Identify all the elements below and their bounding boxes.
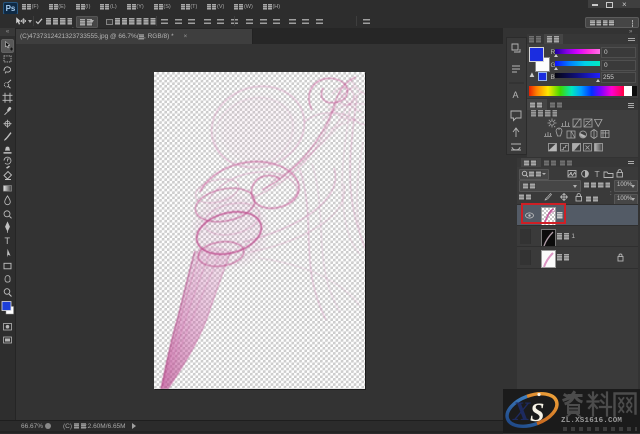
svg-text:S: S — [530, 398, 544, 427]
svg-text:T: T — [595, 169, 600, 179]
svg-text:X: X — [512, 397, 531, 426]
svg-text:A: A — [513, 90, 519, 100]
svg-text:T: T — [5, 236, 11, 246]
